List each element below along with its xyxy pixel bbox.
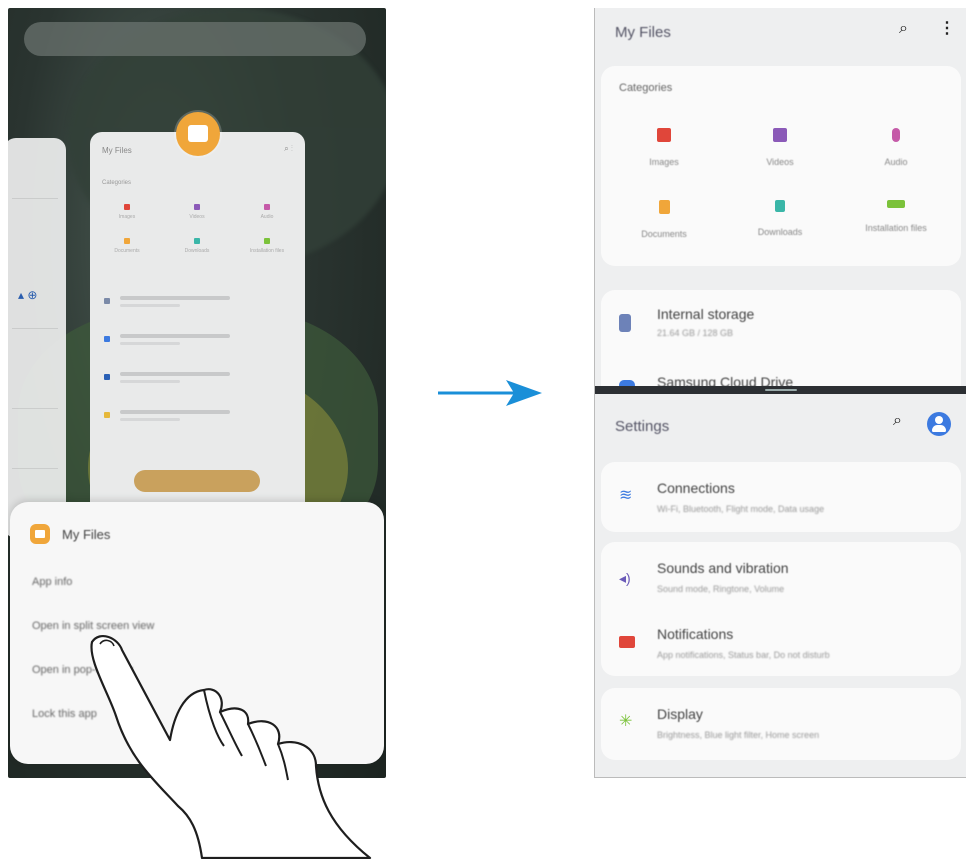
menu-header: My Files xyxy=(30,524,110,544)
menu-item-lock-app[interactable]: Lock this app xyxy=(32,708,97,720)
more-options-icon[interactable]: ⋮ xyxy=(939,18,955,38)
mini-category: Videos xyxy=(174,204,220,220)
mini-category: Images xyxy=(104,204,150,220)
settings-group-display: ✳ Display Brightness, Blue light filter,… xyxy=(601,688,961,760)
mini-category: Installation files xyxy=(244,238,290,254)
page-title: Settings xyxy=(615,418,670,435)
download-icon xyxy=(775,200,785,212)
settings-item-notifications[interactable]: Notifications xyxy=(657,626,733,642)
mini-category: Documents xyxy=(104,238,150,254)
categories-card: Categories Images Videos Audio Documents… xyxy=(601,66,961,266)
settings-item-sounds[interactable]: Sounds and vibration xyxy=(657,560,789,576)
app-options-menu: My Files App info Open in split screen v… xyxy=(10,502,384,764)
category-videos[interactable]: Videos xyxy=(725,128,835,170)
card-title: My Files xyxy=(102,146,132,155)
my-files-icon xyxy=(30,524,50,544)
split-screen-view: My Files ⌕ ⋮ Categories Images Videos Au… xyxy=(594,8,966,778)
search-icon[interactable]: ⌕ xyxy=(899,20,908,38)
phone-storage-icon xyxy=(619,314,631,332)
settings-group-connections: ≋ Connections Wi-Fi, Bluetooth, Flight m… xyxy=(601,462,961,532)
my-files-app-icon[interactable] xyxy=(176,112,220,156)
settings-group-sounds-notifications: ◂) Sounds and vibration Sound mode, Ring… xyxy=(601,542,961,676)
menu-app-name: My Files xyxy=(62,526,111,542)
mini-storage-row xyxy=(102,292,292,318)
divider xyxy=(12,328,58,329)
menu-item-app-info[interactable]: App info xyxy=(32,576,72,588)
mini-storage-row xyxy=(102,406,292,432)
storage-usage: 21.64 GB / 128 GB xyxy=(657,328,734,338)
account-avatar-icon[interactable] xyxy=(927,412,951,436)
storage-title[interactable]: Internal storage xyxy=(657,306,754,322)
mini-storage-row xyxy=(102,368,292,394)
category-installation-files[interactable]: Installation files xyxy=(841,200,951,236)
settings-item-sub: Brightness, Blue light filter, Home scre… xyxy=(657,730,820,740)
divider xyxy=(12,468,58,469)
settings-item-connections[interactable]: Connections xyxy=(657,480,735,496)
music-note-icon xyxy=(892,128,900,142)
image-icon xyxy=(657,128,671,142)
split-screen-divider[interactable] xyxy=(595,386,966,394)
split-pane-settings: Settings ⌕ ≋ Connections Wi-Fi, Bluetoot… xyxy=(595,394,966,777)
menu-item-pop-up-view[interactable]: Open in pop-up view xyxy=(32,664,133,676)
analyze-storage-button[interactable] xyxy=(134,470,260,492)
document-icon xyxy=(658,200,670,214)
cloud-drive-title[interactable]: Samsung Cloud Drive xyxy=(657,374,793,386)
notification-icon xyxy=(619,636,635,648)
recents-screen: ▴ ⊕ My Files ⌕ ⋮ Categories Images Video… xyxy=(8,8,386,778)
storage-card: Internal storage 21.64 GB / 128 GB Samsu… xyxy=(601,290,961,386)
settings-item-sub: Wi-Fi, Bluetooth, Flight mode, Data usag… xyxy=(657,504,825,514)
mini-toolbar-icons: ▴ ⊕ xyxy=(18,288,38,302)
category-downloads[interactable]: Downloads xyxy=(725,200,835,240)
mini-category: Audio xyxy=(244,204,290,220)
divider-handle[interactable] xyxy=(765,389,797,391)
transition-arrow-icon xyxy=(438,380,542,406)
apk-icon xyxy=(887,200,905,208)
wifi-icon: ≋ xyxy=(619,487,633,504)
mini-storage-row xyxy=(102,330,292,356)
settings-item-sub: App notifications, Status bar, Do not di… xyxy=(657,650,830,660)
volume-icon: ◂) xyxy=(619,570,631,586)
brightness-icon: ✳ xyxy=(619,713,633,730)
recents-search-bar[interactable] xyxy=(24,22,366,56)
divider xyxy=(12,408,58,409)
card-toolbar-icons: ⌕ ⋮ xyxy=(284,144,293,153)
split-pane-my-files: My Files ⌕ ⋮ Categories Images Videos Au… xyxy=(595,8,966,386)
recent-app-card-my-files[interactable]: My Files ⌕ ⋮ Categories Images Videos Au… xyxy=(90,132,305,522)
settings-item-sub: Sound mode, Ringtone, Volume xyxy=(657,584,785,594)
menu-item-split-screen[interactable]: Open in split screen view xyxy=(32,620,154,632)
divider xyxy=(12,198,58,199)
folder-icon xyxy=(188,125,208,142)
categories-label: Categories xyxy=(619,82,673,94)
card-section-label: Categories xyxy=(102,180,132,186)
settings-item-display[interactable]: Display xyxy=(657,706,703,722)
mini-category: Downloads xyxy=(174,238,220,254)
page-title: My Files xyxy=(615,24,671,41)
category-audio[interactable]: Audio xyxy=(841,128,951,170)
category-documents[interactable]: Documents xyxy=(609,200,719,242)
video-icon xyxy=(773,128,787,142)
recent-app-card-previous[interactable]: ▴ ⊕ xyxy=(8,138,66,538)
category-images[interactable]: Images xyxy=(609,128,719,170)
search-icon[interactable]: ⌕ xyxy=(893,412,902,430)
